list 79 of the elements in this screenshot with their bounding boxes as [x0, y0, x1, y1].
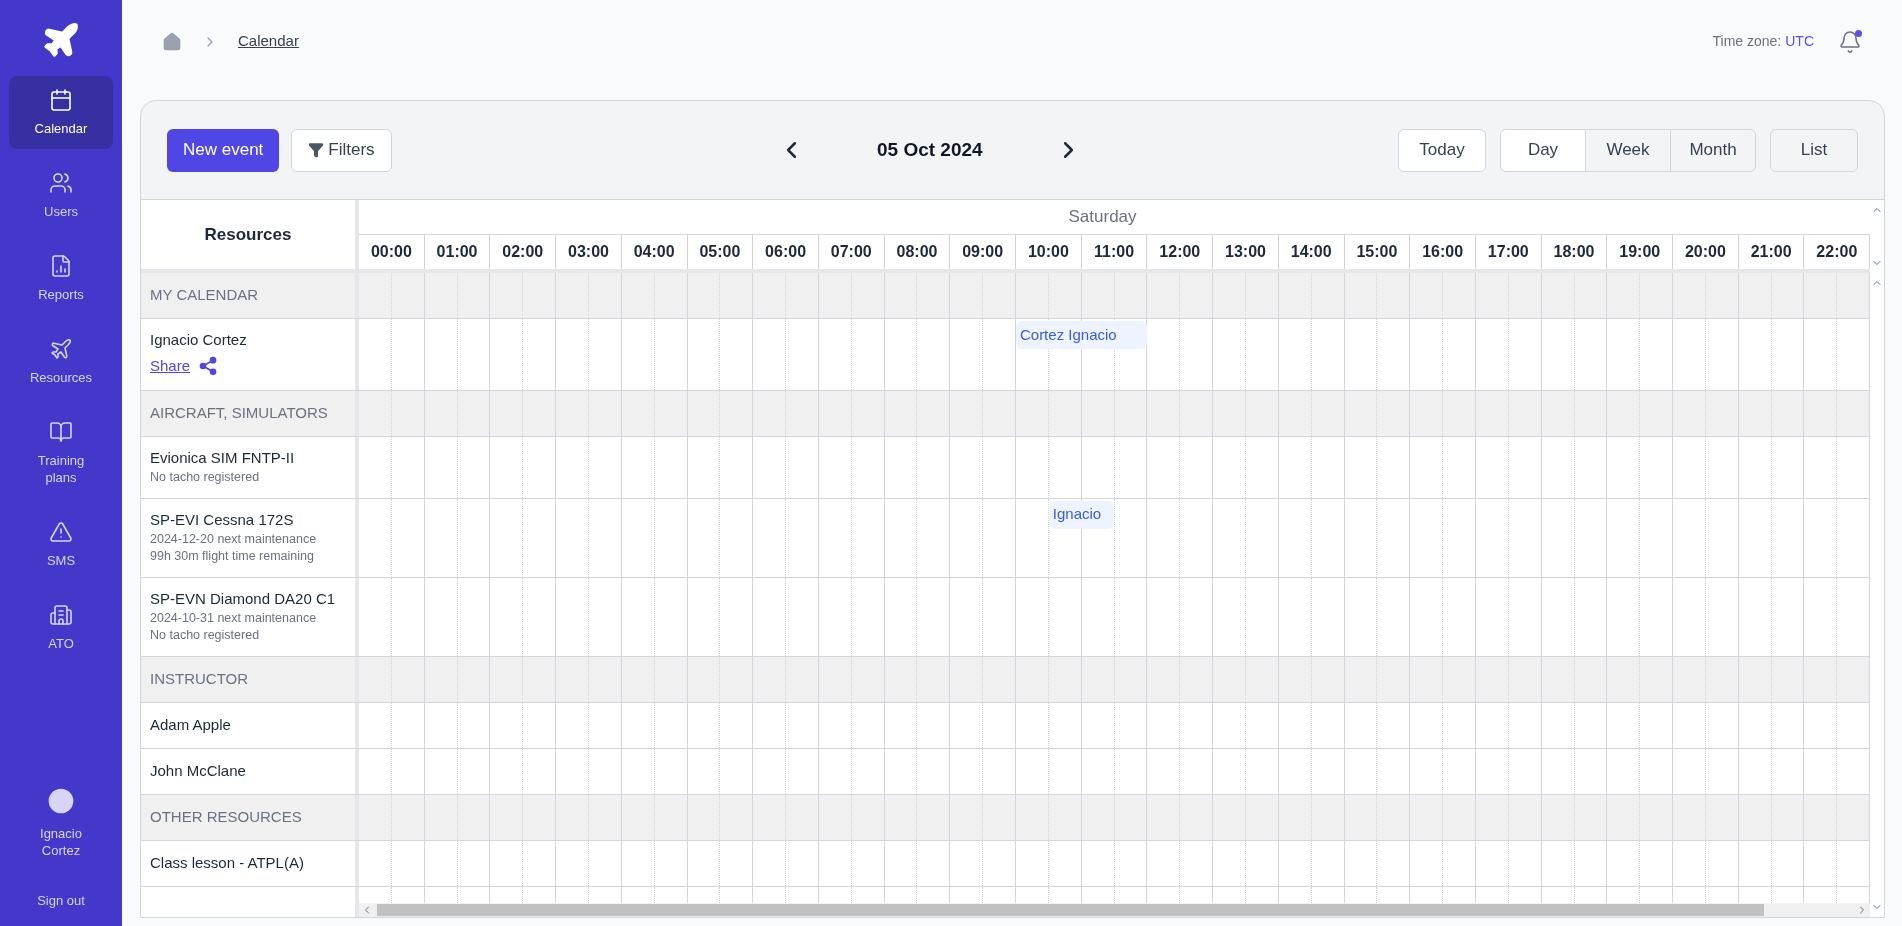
timezone-label: Time zone:	[1712, 32, 1782, 51]
hour-header: 01:00	[424, 235, 491, 269]
sidebar-item[interactable]: Users	[9, 159, 113, 232]
view-tab[interactable]: Day	[1500, 128, 1586, 172]
resource-name: John McClane	[150, 761, 247, 781]
notification-bell-icon[interactable]	[1838, 29, 1862, 54]
hour-header: 15:00	[1344, 235, 1411, 269]
view-tab[interactable]: Week	[1585, 128, 1671, 172]
new-event-button[interactable]: New event	[167, 128, 280, 172]
users-icon	[49, 171, 73, 195]
plane-logo-icon	[41, 20, 81, 60]
hour-header: 12:00	[1147, 235, 1214, 269]
filters-button[interactable]: Filters	[291, 128, 392, 172]
resource-detail: 2024-12-20 next maintenance	[150, 530, 318, 548]
home-icon[interactable]	[162, 31, 182, 52]
previous-day-button[interactable]	[786, 142, 796, 158]
building-icon	[49, 603, 73, 627]
sidebar-item[interactable]: Resources	[9, 325, 113, 398]
today-button[interactable]: Today	[1398, 128, 1486, 172]
calendar-event[interactable]: Cortez Ignacio	[1015, 321, 1148, 349]
resource-group-label: OTHER RESOURCES	[150, 806, 303, 827]
chevron-right-icon	[1063, 142, 1073, 158]
resource-detail: 2024-10-31 next maintenance	[150, 609, 318, 627]
warning-icon	[49, 520, 73, 544]
chevron-left-icon	[786, 142, 796, 158]
resource-detail: No tacho registered	[150, 626, 261, 644]
resource-detail: No tacho registered	[150, 468, 261, 486]
hour-header: 17:00	[1475, 235, 1542, 269]
hour-header: 00:00	[359, 235, 425, 269]
resource-group-label: INSTRUCTOR	[150, 668, 250, 689]
horizontal-scrollbar[interactable]	[359, 903, 1870, 917]
next-day-button[interactable]	[1063, 142, 1073, 158]
calendar-icon	[49, 88, 73, 112]
current-date: 05 Oct 2024	[875, 137, 984, 162]
share-link[interactable]: Share	[150, 355, 191, 378]
plane-icon	[49, 337, 73, 361]
hour-header: 14:00	[1278, 235, 1345, 269]
resource-name: Ignacio Cortez	[150, 330, 248, 350]
sign-out-link[interactable]: Sign out	[37, 890, 85, 910]
sidebar-item[interactable]: Calendar	[9, 76, 113, 149]
hour-header: 11:00	[1081, 235, 1148, 269]
hour-header: 09:00	[950, 235, 1017, 269]
list-view-button[interactable]: List	[1770, 128, 1858, 172]
sidebar-item[interactable]: SMS	[9, 508, 113, 581]
book-icon	[49, 420, 73, 444]
report-icon	[49, 254, 73, 278]
hour-header: 02:00	[490, 235, 557, 269]
share-icon[interactable]	[198, 356, 219, 377]
view-tab[interactable]: Month	[1670, 128, 1756, 172]
resource-name: Evionica SIM FNTP-II	[150, 447, 296, 468]
hour-header: 18:00	[1541, 235, 1608, 269]
hour-header: 13:00	[1213, 235, 1279, 269]
hour-header: 05:00	[687, 235, 754, 269]
user-profile[interactable]: Ignacio Cortez	[31, 784, 91, 859]
funnel-icon	[308, 142, 325, 158]
resource-name: SP-EVI Cessna 172S	[150, 509, 295, 530]
hour-header: 04:00	[621, 235, 688, 269]
resource-name: SP-EVN Diamond DA20 C1	[150, 588, 337, 609]
resource-name: Class lesson - ATPL(A)	[150, 853, 305, 873]
hour-header: 07:00	[818, 235, 885, 269]
sidebar-item[interactable]: Training plans	[9, 408, 113, 498]
hour-header: 08:00	[884, 235, 951, 269]
sidebar-item[interactable]: ATO	[9, 591, 113, 664]
day-name: Saturday	[1068, 206, 1137, 229]
breadcrumb-link[interactable]: Calendar	[238, 30, 299, 53]
hour-header: 21:00	[1738, 235, 1805, 269]
resource-detail: 99h 30m flight time remaining	[150, 547, 315, 565]
timezone-value[interactable]: UTC	[1785, 31, 1814, 52]
resource-name: Adam Apple	[150, 715, 232, 735]
hour-header: 10:00	[1016, 235, 1082, 269]
hour-header: 16:00	[1410, 235, 1476, 269]
resource-group-label: MY CALENDAR	[150, 285, 260, 306]
hour-header: 03:00	[556, 235, 622, 269]
hour-header: 20:00	[1673, 235, 1739, 269]
resource-group-label: AIRCRAFT, SIMULATORS	[150, 402, 329, 423]
hour-header: 19:00	[1607, 235, 1674, 269]
sidebar-item[interactable]: Reports	[9, 242, 113, 315]
hour-header: 06:00	[753, 235, 819, 269]
calendar-event[interactable]: Ignacio	[1048, 500, 1115, 529]
